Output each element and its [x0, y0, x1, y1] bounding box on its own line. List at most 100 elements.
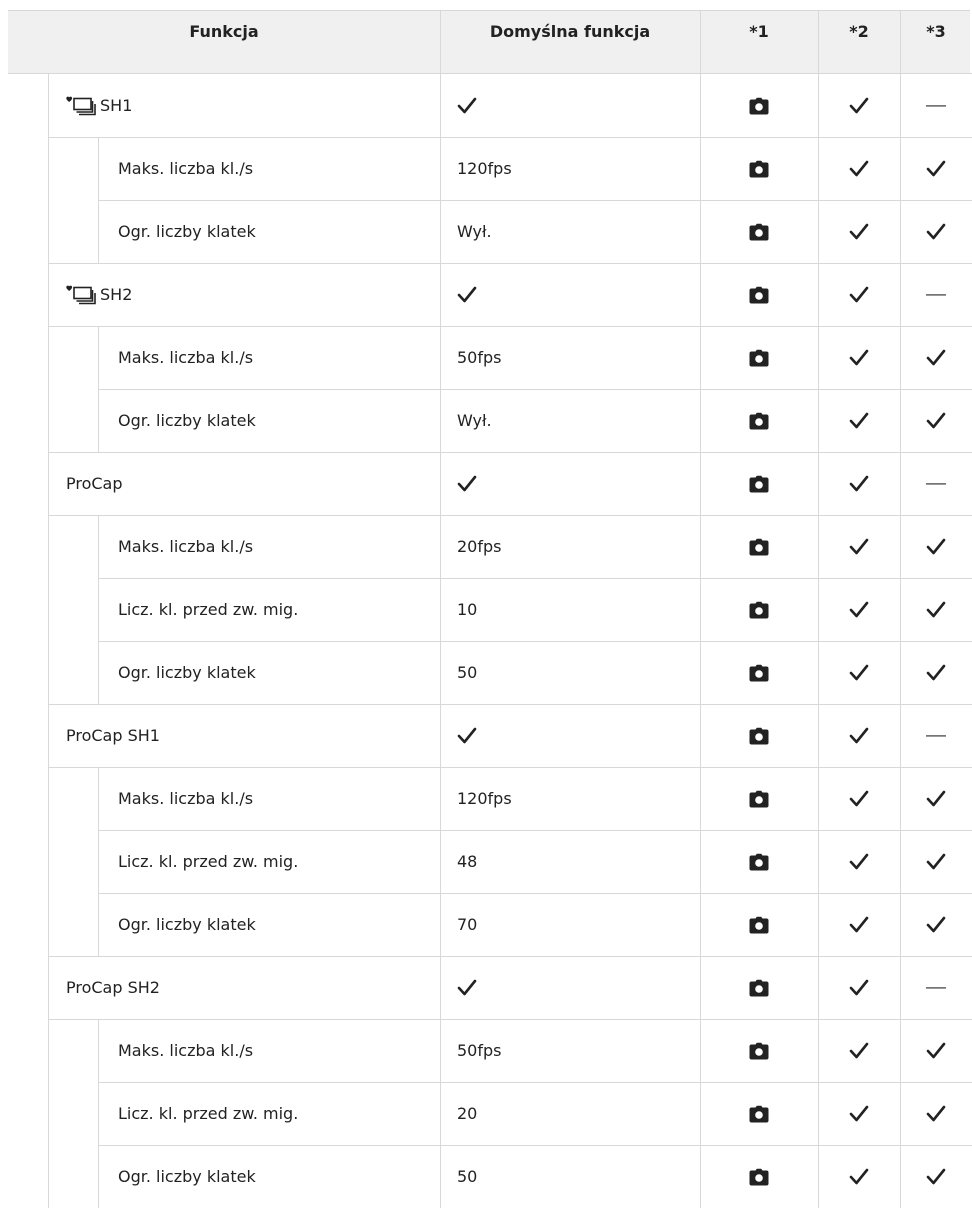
camera-icon	[749, 1105, 769, 1123]
table-row: Maks. liczba kl./s 50fps	[0, 326, 972, 389]
column-divider	[700, 704, 701, 767]
function-label-text: Maks. liczba kl./s	[118, 348, 254, 367]
camera-icon	[749, 916, 769, 934]
header-col2: *2	[849, 22, 869, 41]
column-divider	[700, 578, 701, 641]
default-value	[457, 956, 477, 1019]
col2-cell	[818, 956, 900, 1019]
default-value-text: 48	[457, 852, 478, 871]
table-row: Maks. liczba kl./s 50fps	[0, 1019, 972, 1082]
column-divider	[900, 326, 901, 389]
check-icon	[849, 97, 869, 115]
check-icon	[926, 1042, 946, 1060]
function-label: SH2	[66, 263, 132, 326]
check-icon	[926, 223, 946, 241]
column-divider	[900, 893, 901, 956]
function-label: ProCap SH1	[66, 704, 160, 767]
dash-icon	[926, 293, 946, 297]
col3-cell	[900, 1145, 972, 1208]
default-value: 48	[457, 830, 477, 893]
check-icon	[926, 664, 946, 682]
check-icon	[457, 475, 477, 493]
col1-cell	[700, 515, 818, 578]
col2-cell	[818, 578, 900, 641]
table-row: Maks. liczba kl./s 20fps	[0, 515, 972, 578]
default-value-text: 50fps	[457, 348, 502, 367]
function-label: Ogr. liczby klatek	[118, 1145, 256, 1208]
col3-cell	[900, 1019, 972, 1082]
column-divider	[440, 326, 441, 389]
column-divider	[700, 74, 701, 137]
col1-cell	[700, 830, 818, 893]
col2-cell	[818, 452, 900, 515]
function-label-text: Maks. liczba kl./s	[118, 789, 254, 808]
default-value-text: 50	[457, 1167, 478, 1186]
indent-divider	[98, 1019, 99, 1082]
function-label: Licz. kl. przed zw. mig.	[118, 578, 298, 641]
col3-cell	[900, 704, 972, 767]
col1-cell	[700, 641, 818, 704]
header-col1: *1	[749, 22, 769, 41]
column-divider	[818, 1019, 819, 1082]
column-divider	[818, 137, 819, 200]
default-value	[457, 263, 477, 326]
function-label: Ogr. liczby klatek	[118, 641, 256, 704]
default-value	[457, 74, 477, 137]
col3-cell	[900, 578, 972, 641]
column-divider	[700, 830, 701, 893]
function-label: Maks. liczba kl./s	[118, 1019, 253, 1082]
function-label: Ogr. liczby klatek	[118, 389, 256, 452]
column-divider	[818, 263, 819, 326]
check-icon	[457, 97, 477, 115]
settings-table: Funkcja Domyślna funkcja *1 *2 *3 SH1 Mak…	[0, 0, 972, 1208]
check-icon	[849, 160, 869, 178]
dash-icon	[926, 104, 946, 108]
column-divider	[700, 263, 701, 326]
col3-cell	[900, 74, 972, 137]
col2-cell	[818, 326, 900, 389]
table-row: Maks. liczba kl./s 120fps	[0, 767, 972, 830]
check-icon	[926, 916, 946, 934]
check-icon	[849, 601, 869, 619]
column-divider	[440, 704, 441, 767]
col3-cell	[900, 893, 972, 956]
indent-divider	[98, 830, 99, 893]
default-value-text: Wył.	[457, 411, 492, 430]
col3-cell	[900, 326, 972, 389]
header-funkcja: Funkcja	[189, 22, 259, 41]
column-divider	[900, 830, 901, 893]
column-divider	[900, 1019, 901, 1082]
camera-icon	[749, 1168, 769, 1186]
col2-cell	[818, 704, 900, 767]
column-divider	[700, 893, 701, 956]
col3-cell	[900, 452, 972, 515]
col3-cell	[900, 137, 972, 200]
default-value: 20	[457, 1082, 477, 1145]
col3-cell	[900, 389, 972, 452]
check-icon	[849, 1042, 869, 1060]
col2-cell	[818, 515, 900, 578]
column-divider	[440, 893, 441, 956]
column-divider	[700, 389, 701, 452]
check-icon	[849, 979, 869, 997]
indent-divider	[98, 137, 99, 200]
column-divider	[440, 452, 441, 515]
col3-cell	[900, 767, 972, 830]
column-divider	[700, 326, 701, 389]
default-value	[457, 452, 477, 515]
column-divider	[900, 641, 901, 704]
function-label-text: Ogr. liczby klatek	[118, 915, 256, 934]
column-divider	[900, 263, 901, 326]
column-divider	[818, 1082, 819, 1145]
column-divider	[440, 1082, 441, 1145]
col2-cell	[818, 1145, 900, 1208]
indent-divider	[98, 893, 99, 956]
check-icon	[849, 223, 869, 241]
function-label: ProCap	[66, 452, 123, 515]
col1-cell	[700, 704, 818, 767]
table-row: Ogr. liczby klatek 70	[0, 893, 972, 956]
column-divider	[440, 641, 441, 704]
default-value: 50fps	[457, 1019, 501, 1082]
column-divider	[818, 767, 819, 830]
table-row-group: ProCap SH2	[0, 956, 972, 1019]
